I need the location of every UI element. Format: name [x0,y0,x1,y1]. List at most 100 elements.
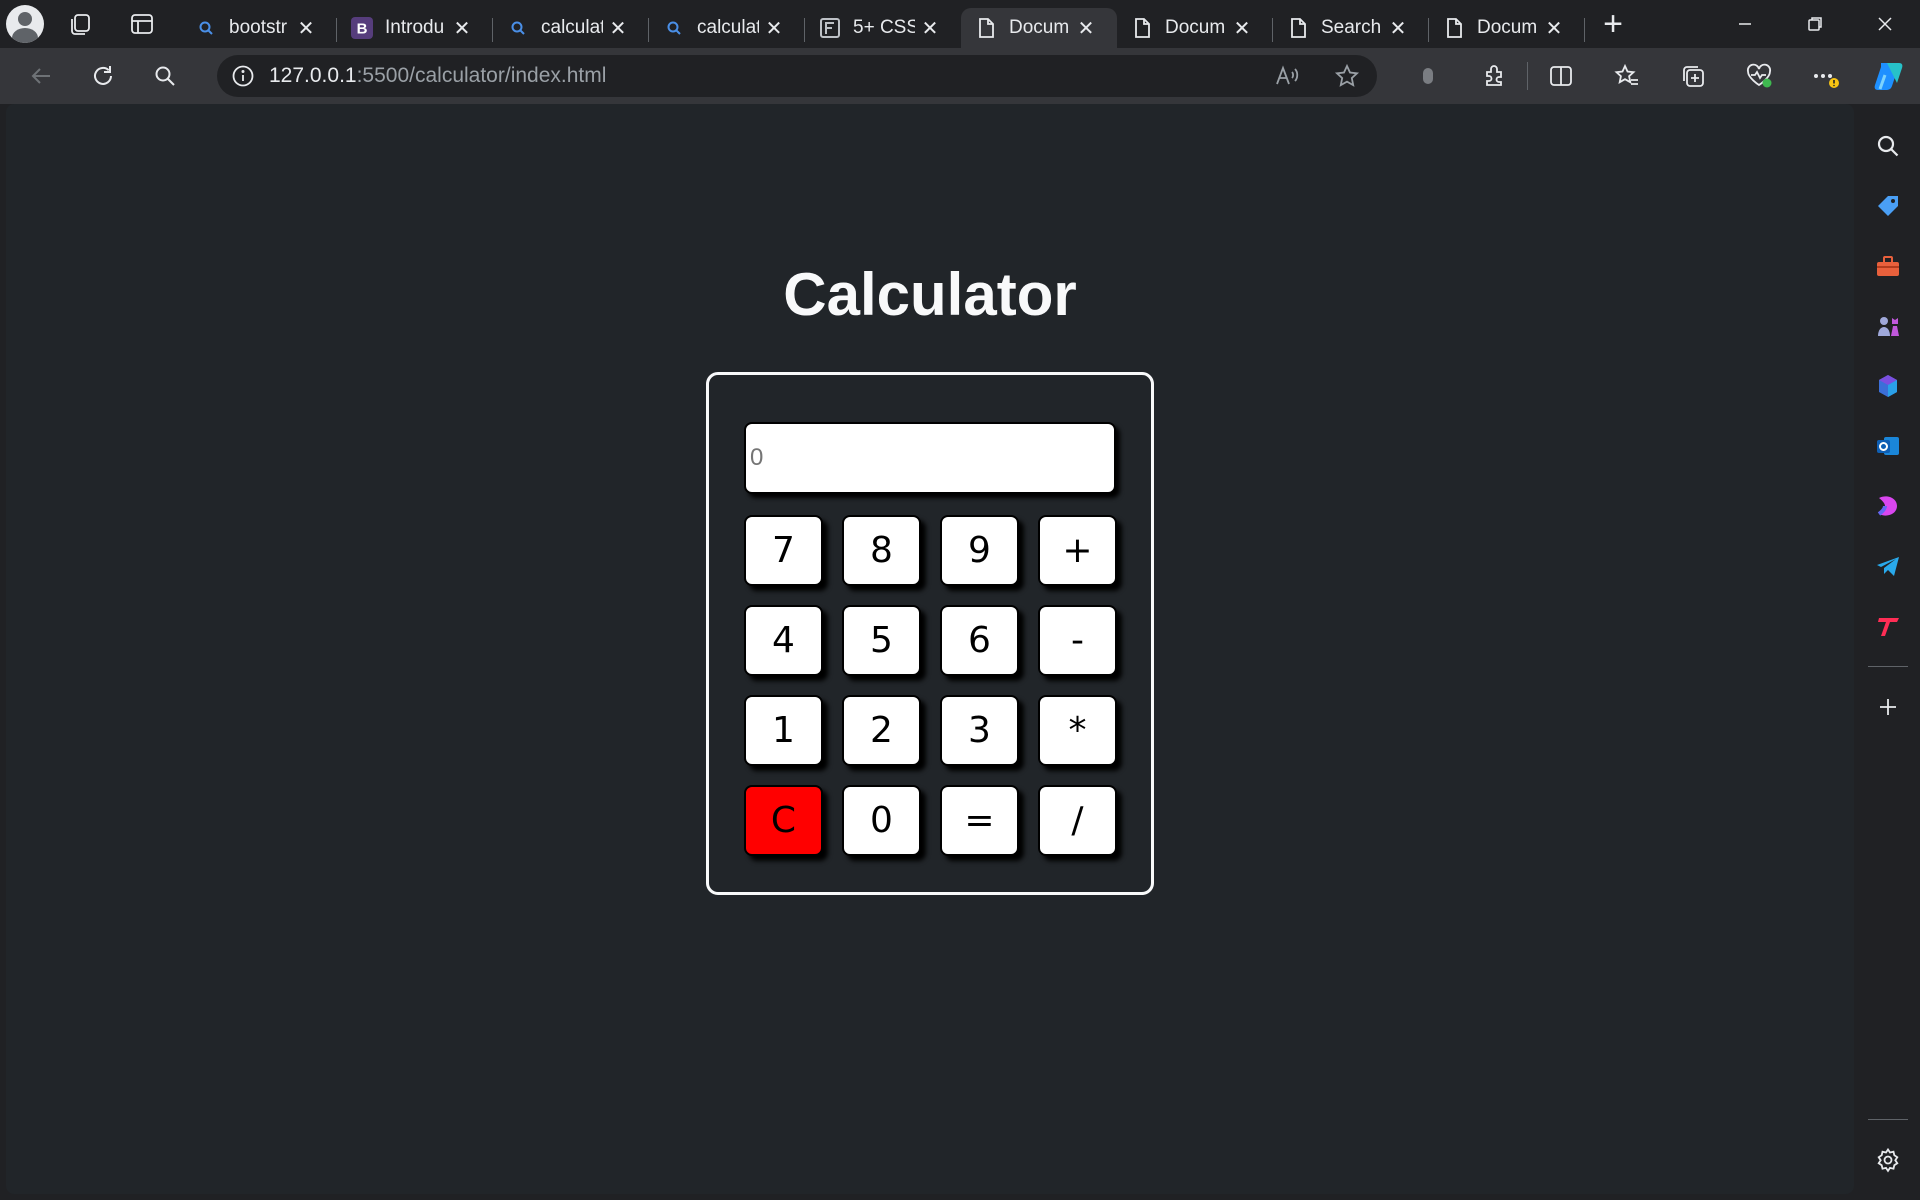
favorites-icon [1614,63,1638,85]
chess-pieces-icon [1877,317,1899,336]
key-2[interactable]: 2 [842,695,921,766]
sidebar-divider [1867,1119,1908,1120]
tab-6[interactable]: Docum ✕ [1117,8,1273,48]
close-icon[interactable]: ✕ [759,16,789,41]
close-icon[interactable]: ✕ [1539,16,1569,41]
close-window-button[interactable] [1850,0,1920,48]
extension-puzzle-icon [1423,68,1433,84]
search-button[interactable] [134,48,196,104]
sidebar-shopping[interactable] [1864,176,1912,236]
address-bar[interactable]: 127.0.0.1:5500/calculator/index.html [217,55,1377,97]
tab-actions-button[interactable] [111,0,173,48]
tab-2[interactable]: calculat ✕ [493,8,649,48]
sidebar-games[interactable] [1864,296,1912,356]
key-3[interactable]: 3 [940,695,1019,766]
collections-icon [1683,66,1704,87]
document-icon [975,17,997,39]
close-icon[interactable]: ✕ [603,16,633,41]
extensions-button[interactable] [1461,48,1527,104]
refresh-button[interactable] [72,48,134,104]
tab-5-active[interactable]: Docum ✕ [961,8,1117,48]
key-divide[interactable]: / [1038,785,1117,856]
restore-icon [1808,17,1822,31]
tab-title: calculat [541,17,603,38]
sidebar-tools[interactable] [1864,236,1912,296]
collections-button[interactable] [1660,48,1726,104]
sidebar-search[interactable] [1864,116,1912,176]
sidebar-microsoft365[interactable] [1864,356,1912,416]
key-1[interactable]: 1 [744,695,823,766]
key-6[interactable]: 6 [940,605,1019,676]
close-icon[interactable]: ✕ [1071,16,1101,41]
settings-more-button[interactable] [1792,48,1858,104]
key-5[interactable]: 5 [842,605,921,676]
key-7[interactable]: 7 [744,515,823,586]
t-logo-icon [1877,618,1899,636]
profile-button[interactable] [0,0,49,48]
sidebar-designer[interactable] [1864,476,1912,536]
search-icon [1877,135,1898,157]
split-screen-button[interactable] [1528,48,1594,104]
tab-title: 5+ CSS [853,17,915,38]
sidebar-telegram[interactable] [1864,536,1912,596]
close-icon[interactable]: ✕ [1227,16,1257,41]
close-icon[interactable]: ✕ [291,16,321,41]
key-multiply[interactable]: * [1038,695,1117,766]
close-icon[interactable]: ✕ [915,16,945,41]
favorites-button[interactable] [1594,48,1660,104]
tab-3[interactable]: calculat ✕ [649,8,805,48]
favorite-button[interactable] [1317,55,1377,97]
browser-essentials-button[interactable] [1726,48,1792,104]
tab-0[interactable]: bootstr ✕ [181,8,337,48]
equals-button[interactable]: = [940,785,1019,856]
calculator: 7 8 9 + 4 5 6 - 1 2 3 * C 0 = / [706,372,1154,895]
avatar [5,5,44,43]
clear-button[interactable]: C [744,785,823,856]
tab-1[interactable]: B Introdu ✕ [337,8,493,48]
tab-title: bootstr [229,17,288,38]
url-text[interactable]: 127.0.0.1:5500/calculator/index.html [269,64,606,88]
key-plus[interactable]: + [1038,515,1117,586]
sidebar-settings[interactable] [1864,1130,1912,1190]
page-title: Calculator [783,261,1077,328]
close-icon[interactable]: ✕ [1383,16,1413,41]
key-4[interactable]: 4 [744,605,823,676]
puzzle-icon [1486,65,1502,86]
toolbox-icon [1876,256,1899,276]
close-icon[interactable]: ✕ [447,16,477,41]
tab-4[interactable]: 5+ CSS ✕ [805,8,961,48]
read-aloud-button[interactable] [1257,55,1317,97]
search-icon [155,66,175,86]
key-8[interactable]: 8 [842,515,921,586]
sidebar-outlook[interactable] [1864,416,1912,476]
read-aloud-icon [1276,65,1299,85]
new-tab-button[interactable]: + [1585,0,1641,48]
restore-button[interactable] [1780,0,1850,48]
tab-strip: bootstr ✕ B Introdu ✕ calculat ✕ calcula… [0,0,1920,48]
tab-7[interactable]: Search ✕ [1273,8,1429,48]
extension-button[interactable] [1395,48,1461,104]
page-viewport: Calculator 7 8 9 + 4 5 6 - 1 2 3 * C 0 =… [6,104,1854,1194]
back-button[interactable] [10,48,72,104]
site-info-icon[interactable] [217,64,269,88]
outlook-icon [1876,437,1899,455]
workspaces-button[interactable] [49,0,111,48]
calculator-display[interactable] [744,422,1116,494]
minimize-button[interactable] [1710,0,1780,48]
sidebar-add-button[interactable] [1864,677,1912,737]
sidebar-extension-t[interactable] [1864,596,1912,656]
svg-text:B: B [357,21,368,38]
tab-8[interactable]: Docum ✕ [1429,8,1585,48]
plus-icon: + [1603,4,1623,43]
tab-title: calculat [697,17,759,38]
key-minus[interactable]: - [1038,605,1117,676]
bootstrap-icon: B [351,17,373,39]
f-logo-icon [819,17,841,39]
copilot-button[interactable] [1858,59,1920,93]
key-0[interactable]: 0 [842,785,921,856]
plus-icon [1879,699,1896,715]
key-9[interactable]: 9 [940,515,1019,586]
shopping-tag-icon [1877,196,1898,216]
star-icon [1334,63,1360,87]
tab-list: bootstr ✕ B Introdu ✕ calculat ✕ calcula… [181,0,1585,48]
